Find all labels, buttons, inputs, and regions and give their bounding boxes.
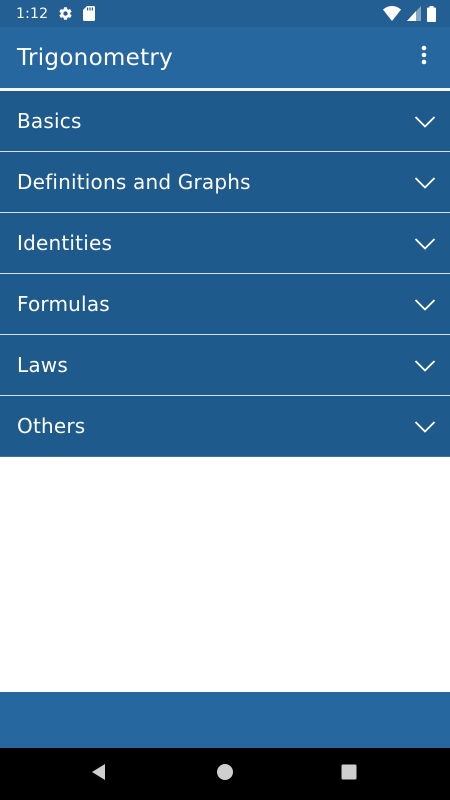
recents-button[interactable] xyxy=(337,762,361,786)
chevron-down-icon xyxy=(414,419,436,433)
topic-label: Laws xyxy=(17,353,68,377)
status-right xyxy=(383,5,436,22)
home-button[interactable] xyxy=(213,762,237,786)
app-bar: Trigonometry xyxy=(0,27,450,88)
wifi-icon xyxy=(383,6,401,21)
topic-label: Definitions and Graphs xyxy=(17,170,251,194)
settings-gear-icon xyxy=(58,6,73,21)
status-time: 1:12 xyxy=(16,5,49,22)
chevron-down-icon xyxy=(414,175,436,189)
topic-label: Basics xyxy=(17,109,82,133)
app-title: Trigonometry xyxy=(17,44,174,71)
system-navigation-bar xyxy=(0,748,450,800)
topic-label: Identities xyxy=(17,231,113,255)
status-bar: 1:12 xyxy=(0,0,450,27)
cell-signal-icon xyxy=(407,6,421,21)
topic-item-laws[interactable]: Laws xyxy=(0,335,450,396)
topic-item-others[interactable]: Others xyxy=(0,396,450,457)
back-button[interactable] xyxy=(87,762,111,786)
topic-item-definitions-and-graphs[interactable]: Definitions and Graphs xyxy=(0,152,450,213)
topic-label: Formulas xyxy=(17,292,110,316)
more-vert-icon xyxy=(421,45,427,69)
recents-icon xyxy=(340,763,358,785)
battery-icon xyxy=(427,5,436,22)
sd-card-icon xyxy=(83,6,96,21)
topic-item-basics[interactable]: Basics xyxy=(0,91,450,152)
home-icon xyxy=(216,763,234,785)
back-icon xyxy=(90,763,108,785)
chevron-down-icon xyxy=(414,236,436,250)
chevron-down-icon xyxy=(414,297,436,311)
topic-label: Others xyxy=(17,414,86,438)
chevron-down-icon xyxy=(414,358,436,372)
chevron-down-icon xyxy=(414,114,436,128)
app-screen: 1:12 Trigonometry Basics Definitions and… xyxy=(0,0,450,800)
topic-item-formulas[interactable]: Formulas xyxy=(0,274,450,335)
topic-item-identities[interactable]: Identities xyxy=(0,213,450,274)
more-vert-button[interactable] xyxy=(408,39,440,75)
status-left: 1:12 xyxy=(16,5,96,22)
topic-list: Basics Definitions and Graphs Identities… xyxy=(0,91,450,457)
bottom-banner-area xyxy=(0,692,450,748)
